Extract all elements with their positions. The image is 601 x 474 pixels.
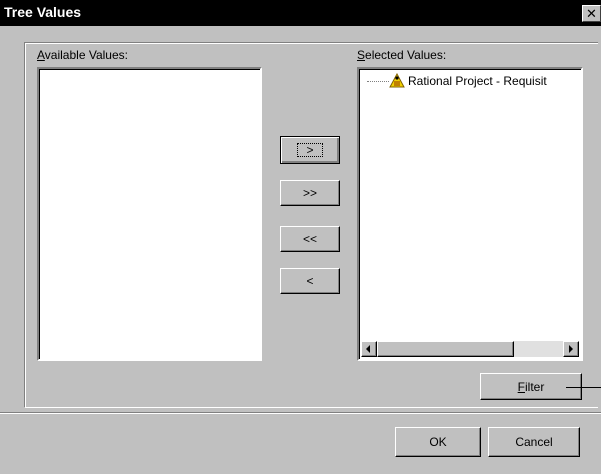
arrow-left-icon — [366, 345, 370, 353]
tree-item[interactable]: Rational Project - Requisit — [361, 73, 547, 89]
available-values-list[interactable] — [37, 67, 262, 361]
tree-connector — [367, 80, 389, 82]
button-separator — [0, 412, 601, 414]
scroll-thumb[interactable] — [377, 341, 514, 357]
scroll-left-button[interactable] — [361, 341, 377, 357]
add-button[interactable]: > — [280, 136, 340, 164]
arrow-right-icon — [569, 345, 573, 353]
remove-all-button[interactable]: << — [280, 226, 340, 252]
horizontal-scrollbar[interactable] — [361, 341, 579, 357]
close-icon[interactable]: ✕ — [582, 5, 601, 22]
add-all-button[interactable]: >> — [280, 180, 340, 206]
tree-values-dialog: Tree Values ✕ Available Values: Selected… — [0, 0, 601, 474]
ok-button[interactable]: OK — [395, 427, 481, 457]
selected-values-label: Selected Values: — [357, 48, 447, 62]
tree-item-label: Rational Project - Requisit — [408, 74, 547, 88]
add-button-label: > — [297, 143, 323, 157]
cancel-button[interactable]: Cancel — [488, 427, 580, 457]
scroll-right-button[interactable] — [563, 341, 579, 357]
project-folder-icon — [389, 73, 405, 88]
title-bar[interactable]: Tree Values ✕ — [0, 0, 601, 26]
available-values-label: Available Values: — [37, 48, 128, 62]
window-title: Tree Values — [4, 4, 82, 20]
selected-values-tree[interactable]: Rational Project - Requisit — [357, 67, 583, 361]
annotation-pointer-line — [566, 387, 601, 388]
remove-button[interactable]: < — [280, 268, 340, 294]
